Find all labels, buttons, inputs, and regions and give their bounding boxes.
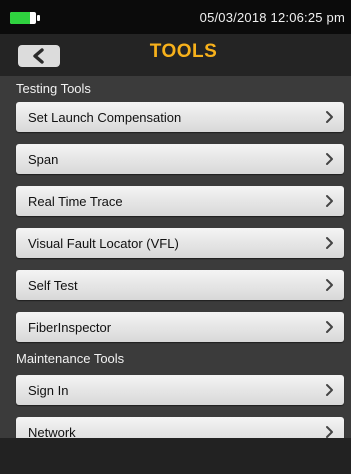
- menu-item-set-launch-compensation[interactable]: Set Launch Compensation: [16, 102, 344, 132]
- menu-item-label: Sign In: [28, 383, 69, 398]
- battery-tip: [37, 15, 40, 21]
- menu-item-label: Real Time Trace: [28, 194, 123, 209]
- menu-item-label: Self Test: [28, 278, 78, 293]
- bottom-bar: [0, 438, 351, 474]
- chevron-right-icon: [326, 321, 333, 333]
- menu-item-label: FiberInspector: [28, 320, 112, 335]
- menu-item-real-time-trace[interactable]: Real Time Trace: [16, 186, 344, 216]
- menu-item-fiberinspector[interactable]: FiberInspector: [16, 312, 344, 342]
- chevron-right-icon: [326, 426, 333, 438]
- menu-item-label: Set Launch Compensation: [28, 110, 182, 125]
- tools-list: Testing Tools Set Launch Compensation Sp…: [0, 76, 351, 447]
- battery-level-fill: [10, 12, 31, 24]
- page-title: TOOLS: [149, 41, 218, 62]
- chevron-right-icon: [326, 153, 333, 165]
- chevron-right-icon: [326, 195, 333, 207]
- chevron-right-icon: [326, 384, 333, 396]
- menu-item-visual-fault-locator[interactable]: Visual Fault Locator (VFL): [16, 228, 344, 258]
- chevron-right-icon: [326, 111, 333, 123]
- status-bar: 05/03/2018 12:06:25 pm: [0, 0, 351, 34]
- menu-item-label: Span: [28, 152, 59, 167]
- menu-item-label: Visual Fault Locator (VFL): [28, 236, 179, 251]
- title-bar: TOOLS: [0, 34, 351, 76]
- battery-icon: [10, 12, 36, 24]
- chevron-right-icon: [326, 279, 333, 291]
- menu-item-sign-in[interactable]: Sign In: [16, 375, 344, 405]
- menu-item-span[interactable]: Span: [16, 144, 344, 174]
- chevron-right-icon: [326, 237, 333, 249]
- section-label-maintenance-tools: Maintenance Tools: [16, 351, 125, 366]
- menu-item-self-test[interactable]: Self Test: [16, 270, 344, 300]
- status-datetime: 05/03/2018 12:06:25 pm: [199, 10, 345, 25]
- section-label-testing-tools: Testing Tools: [16, 81, 91, 96]
- tools-screen: 05/03/2018 12:06:25 pm TOOLS Testing Too…: [0, 0, 351, 474]
